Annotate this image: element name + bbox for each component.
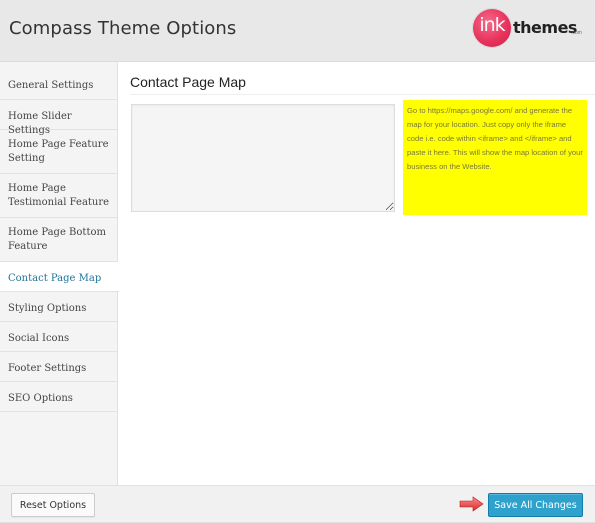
right-arrow-icon (459, 496, 484, 512)
options-footer: Reset Options Save All Changes (0, 485, 595, 523)
sidebar-item-footer-settings[interactable]: Footer Settings (0, 352, 118, 382)
sidebar-item-general-settings[interactable]: General Settings (0, 62, 118, 100)
options-panel: Contact Page Map Go to https://maps.goog… (119, 62, 595, 485)
save-all-changes-button[interactable]: Save All Changes (488, 493, 583, 517)
map-help-text: Go to https://maps.google.com/ and gener… (403, 100, 587, 215)
options-header: Compass Theme Options ink themes .com (0, 0, 595, 62)
sidebar-item-contact-page-map[interactable]: Contact Page Map (0, 262, 119, 292)
inkthemes-logo[interactable]: ink themes .com (473, 8, 588, 50)
logo-mark: ink (479, 14, 505, 36)
section-title: Contact Page Map (130, 74, 246, 90)
logo-suffix: .com (571, 30, 582, 36)
sidebar-item-home-page-bottom-feature[interactable]: Home Page Bottom Feature (0, 218, 118, 262)
map-code-textarea[interactable] (131, 104, 395, 212)
logo-wordmark: themes (513, 18, 577, 37)
sidebar-item-styling-options[interactable]: Styling Options (0, 292, 118, 322)
sidebar-item-social-icons[interactable]: Social Icons (0, 322, 118, 352)
sidebar-item-seo-options[interactable]: SEO Options (0, 382, 118, 412)
page-title: Compass Theme Options (9, 18, 237, 39)
reset-options-button[interactable]: Reset Options (11, 493, 95, 517)
sidebar-item-home-slider-settings[interactable]: Home Slider Settings (0, 100, 118, 136)
options-sidebar: General Settings Home Slider Settings Ho… (0, 62, 119, 485)
sidebar-item-home-page-testimonial-feature[interactable]: Home Page Testimonial Feature (0, 174, 118, 218)
section-divider (130, 94, 595, 95)
logo-circle-icon: ink (473, 9, 511, 47)
